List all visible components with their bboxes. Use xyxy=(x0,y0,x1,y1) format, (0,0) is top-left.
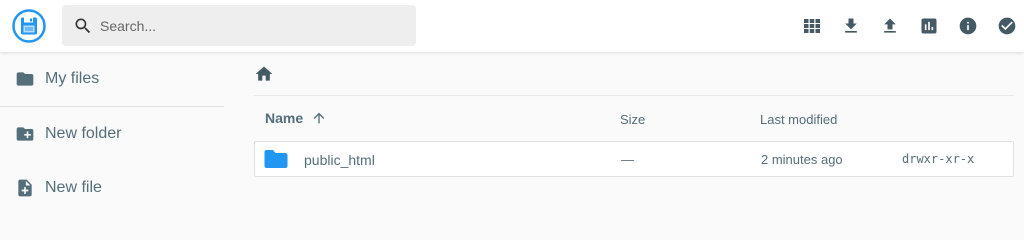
sidebar-item-new-file[interactable]: New file xyxy=(0,161,224,215)
search-bar[interactable] xyxy=(62,5,416,46)
sidebar: My files New folder New file xyxy=(0,52,224,215)
file-listing: Name Size Last modified public_html — 2 … xyxy=(254,52,1014,177)
sidebar-item-label: New folder xyxy=(45,125,122,142)
toolbar-actions xyxy=(800,14,1019,38)
search-input[interactable] xyxy=(100,17,400,34)
sidebar-item-label: My files xyxy=(45,70,100,87)
file-permissions: drwxr-xr-x xyxy=(902,152,975,166)
file-name: public_html xyxy=(304,152,375,168)
column-name-label: Name xyxy=(265,110,304,126)
top-bar xyxy=(0,0,1024,52)
grid-view-icon[interactable] xyxy=(800,14,824,38)
usage-chart-icon[interactable] xyxy=(917,14,941,38)
arrow-up-icon xyxy=(311,110,327,126)
sidebar-item-new-folder[interactable]: New folder xyxy=(0,107,224,161)
info-icon[interactable] xyxy=(956,14,980,38)
note-add-icon xyxy=(15,178,35,198)
sort-by-size[interactable]: Size xyxy=(620,112,645,127)
folder-icon xyxy=(264,149,288,169)
check-circle-icon[interactable] xyxy=(995,14,1019,38)
sidebar-item-label: New file xyxy=(45,179,102,196)
folder-icon xyxy=(15,69,35,89)
sort-by-modified[interactable]: Last modified xyxy=(760,112,837,127)
file-size: — xyxy=(621,152,634,167)
home-icon[interactable] xyxy=(254,64,274,84)
create-folder-icon xyxy=(15,124,35,144)
download-icon[interactable] xyxy=(839,14,863,38)
floppy-disk-icon[interactable] xyxy=(12,9,46,43)
sort-by-name[interactable]: Name xyxy=(265,110,327,126)
table-row[interactable]: public_html — 2 minutes ago drwxr-xr-x xyxy=(254,141,1014,177)
file-modified: 2 minutes ago xyxy=(761,152,843,167)
upload-icon[interactable] xyxy=(878,14,902,38)
breadcrumb xyxy=(254,52,1014,95)
column-header: Name Size Last modified xyxy=(254,96,1014,141)
sidebar-item-my-files[interactable]: My files xyxy=(0,52,224,106)
search-icon[interactable] xyxy=(72,15,94,37)
